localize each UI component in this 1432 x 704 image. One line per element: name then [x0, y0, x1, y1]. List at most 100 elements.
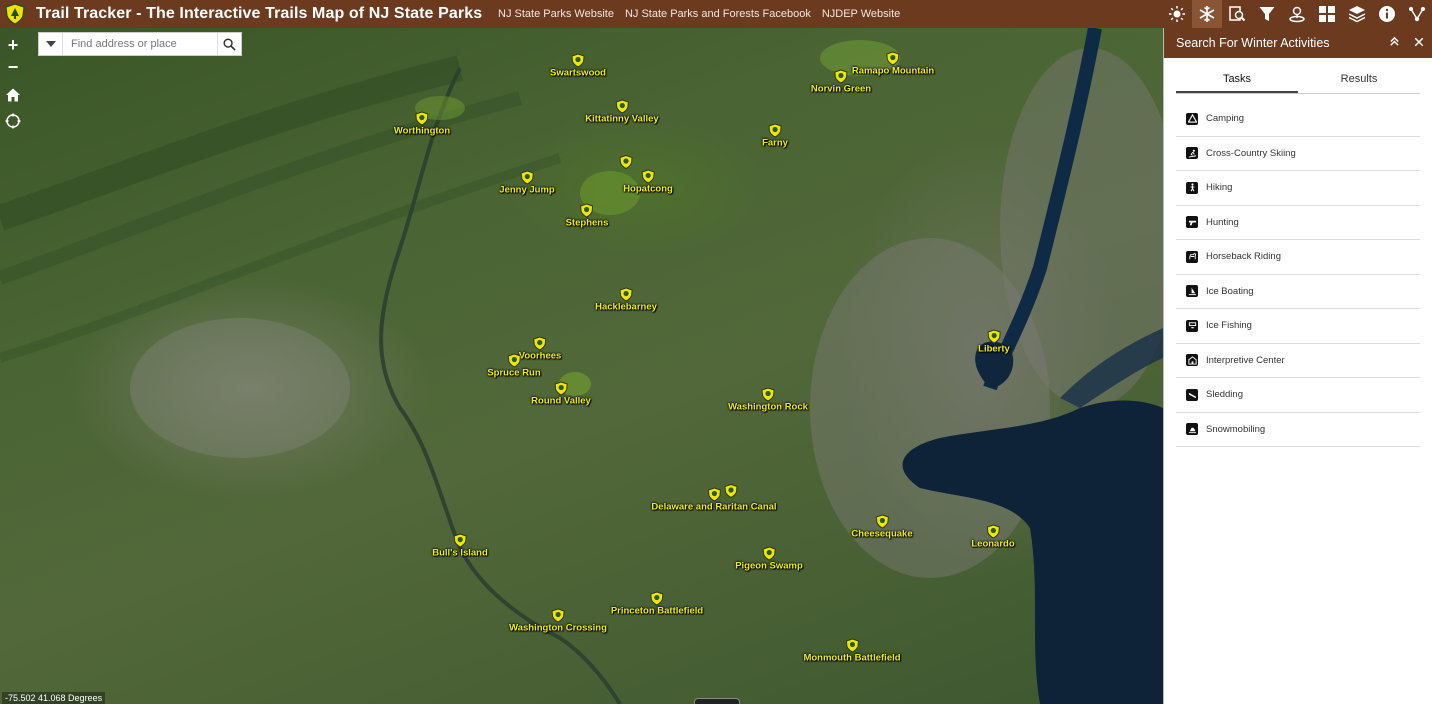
- snowflake-icon[interactable]: [1192, 0, 1222, 28]
- park-marker[interactable]: Jenny Jump: [499, 170, 555, 196]
- park-marker[interactable]: Washington Rock: [728, 387, 808, 413]
- park-marker-label: Jenny Jump: [499, 184, 555, 196]
- park-marker-label: Hacklebarney: [595, 301, 657, 313]
- task-list: Camping Cross-Country Skiing Hiking Hunt…: [1176, 102, 1420, 447]
- search-source-dropdown[interactable]: [39, 33, 63, 55]
- park-pin-icon: [986, 524, 1000, 539]
- park-marker[interactable]: Farny: [762, 123, 788, 149]
- home-icon[interactable]: [2, 84, 24, 106]
- park-marker[interactable]: Round Valley: [531, 381, 591, 407]
- park-marker-label: Worthington: [393, 125, 451, 137]
- park-pin-icon: [768, 123, 782, 138]
- park-marker[interactable]: Kittatinny Valley: [585, 99, 659, 125]
- park-marker[interactable]: Liberty: [978, 329, 1010, 355]
- nj-state-parks-website-link[interactable]: NJ State Parks Website: [498, 8, 614, 20]
- horse-icon: [1186, 250, 1198, 263]
- park-marker[interactable]: Bull's Island: [432, 533, 488, 559]
- collapse-icon[interactable]: [1389, 36, 1400, 50]
- park-marker-label: Delaware and Raritan Canal: [651, 501, 777, 513]
- sled-icon: [1186, 388, 1198, 401]
- task-hunting[interactable]: Hunting: [1176, 206, 1420, 240]
- task-cross-country-skiing[interactable]: Cross-Country Skiing: [1176, 137, 1420, 171]
- park-marker-label: Swartswood: [550, 67, 606, 79]
- park-pin-icon: [707, 487, 721, 502]
- search-button[interactable]: [217, 33, 241, 55]
- search-input[interactable]: [63, 33, 217, 55]
- tab-results[interactable]: Results: [1298, 68, 1420, 93]
- share-icon[interactable]: [1402, 0, 1432, 28]
- park-marker-label: Leonardo: [971, 538, 1015, 550]
- app-title: Trail Tracker - The Interactive Trails M…: [36, 5, 483, 22]
- task-camping[interactable]: Camping: [1176, 102, 1420, 137]
- park-pin-icon: [415, 111, 429, 126]
- task-hiking[interactable]: Hiking: [1176, 171, 1420, 206]
- park-marker[interactable]: Hacklebarney: [595, 287, 657, 313]
- park-marker[interactable]: Pigeon Swamp: [735, 546, 803, 572]
- park-marker[interactable]: Stephens: [565, 203, 609, 229]
- layers-icon[interactable]: [1342, 0, 1372, 28]
- info-icon[interactable]: [1372, 0, 1402, 28]
- park-pin-icon: [834, 69, 848, 84]
- zoom-controls: + −: [0, 34, 26, 78]
- park-marker[interactable]: Delaware and Raritan Canal: [651, 487, 777, 513]
- task-sledding[interactable]: Sledding: [1176, 378, 1420, 413]
- nj-state-parks-facebook-link[interactable]: NJ State Parks and Forests Facebook: [625, 8, 811, 20]
- task-ice-fishing[interactable]: Ice Fishing: [1176, 309, 1420, 344]
- park-marker-label: Cheesequake: [851, 528, 913, 540]
- address-search: [38, 32, 242, 56]
- task-horseback-riding[interactable]: Horseback Riding: [1176, 240, 1420, 275]
- task-snowmobiling[interactable]: Snowmobiling: [1176, 413, 1420, 447]
- park-marker-label: Stephens: [565, 217, 609, 229]
- park-pin-icon: [551, 608, 565, 623]
- park-marker[interactable]: Monmouth Battlefield: [803, 638, 901, 664]
- search-area-icon[interactable]: [1222, 0, 1252, 28]
- panel-header: Search For Winter Activities: [1164, 28, 1432, 58]
- zoom-in-button[interactable]: +: [0, 34, 26, 56]
- location-icon[interactable]: [1282, 0, 1312, 28]
- hiker-icon: [1186, 181, 1198, 194]
- park-marker[interactable]: Cheesequake: [851, 514, 913, 540]
- park-pin-icon: [762, 546, 776, 561]
- grid-icon[interactable]: [1312, 0, 1342, 28]
- zoom-out-button[interactable]: −: [0, 56, 26, 78]
- park-marker[interactable]: Worthington: [393, 111, 451, 137]
- close-icon[interactable]: [1414, 36, 1424, 50]
- park-marker-label: Spruce Run: [487, 367, 541, 379]
- park-pin-icon: [580, 203, 594, 218]
- park-marker[interactable]: Washington Crossing: [509, 608, 607, 634]
- filter-icon[interactable]: [1252, 0, 1282, 28]
- park-marker[interactable]: Leonardo: [971, 524, 1015, 550]
- park-marker[interactable]: Swartswood: [550, 53, 606, 79]
- park-marker[interactable]: Hopatcong: [623, 169, 673, 195]
- njdep-website-link[interactable]: NJDEP Website: [822, 8, 900, 20]
- tab-tasks[interactable]: Tasks: [1176, 68, 1298, 93]
- task-ice-boating[interactable]: Ice Boating: [1176, 275, 1420, 309]
- park-marker-label: Kittatinny Valley: [585, 113, 659, 125]
- park-pin-icon: [845, 638, 859, 653]
- park-marker[interactable]: Spruce Run: [487, 353, 541, 379]
- park-marker-label: Farny: [762, 137, 788, 149]
- task-interpretive-center[interactable]: Interpretive Center: [1176, 344, 1420, 378]
- building-icon: [1186, 354, 1198, 367]
- sun-icon[interactable]: [1162, 0, 1192, 28]
- header-toolbar: [1162, 0, 1432, 28]
- map-view[interactable]: + − SwartswoodRamapo MountainNorvin Gree…: [0, 28, 1163, 704]
- park-marker-pin[interactable]: [619, 155, 633, 169]
- park-marker[interactable]: Princeton Battlefield: [611, 591, 703, 617]
- park-pin-icon: [619, 287, 633, 302]
- park-pin-icon: [641, 169, 655, 184]
- park-pin-icon: [615, 99, 629, 114]
- park-marker-label: Liberty: [978, 343, 1010, 355]
- park-pin-icon: [453, 533, 467, 548]
- park-marker-label: Pigeon Swamp: [735, 560, 803, 572]
- park-pin-icon: [886, 51, 900, 66]
- park-marker-label: Hopatcong: [623, 183, 673, 195]
- header-links: NJ State Parks Website NJ State Parks an…: [498, 0, 900, 28]
- attribution-toggle[interactable]: [694, 698, 740, 704]
- panel-tabs: Tasks Results: [1176, 68, 1420, 94]
- park-marker-label: Bull's Island: [432, 547, 488, 559]
- tent-icon: [1186, 112, 1198, 125]
- park-marker[interactable]: Norvin Green: [811, 69, 871, 95]
- caret-down-icon: [45, 41, 56, 47]
- locate-icon[interactable]: [2, 110, 24, 132]
